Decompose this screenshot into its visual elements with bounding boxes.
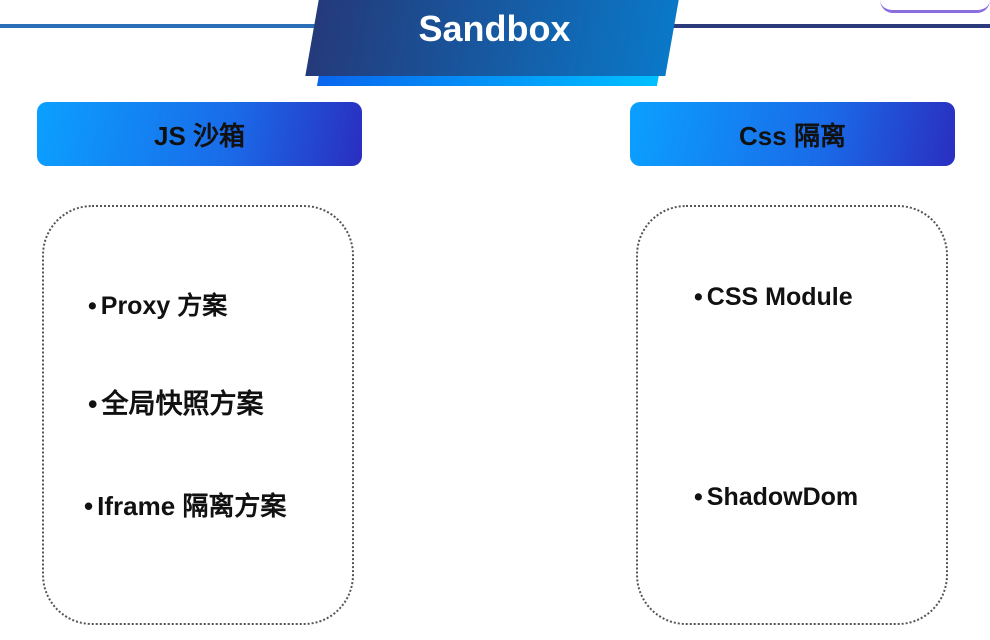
list-item: 全局快照方案 <box>88 382 263 421</box>
list-item: Iframe 隔离方案 <box>84 486 286 523</box>
logo <box>880 0 990 13</box>
js-sandbox-heading: JS 沙箱 <box>37 102 362 166</box>
list-item: Proxy 方案 <box>88 286 227 322</box>
css-isolation-box <box>636 205 948 625</box>
header-rule-right <box>660 24 990 28</box>
list-item: CSS Module <box>694 283 853 312</box>
list-item: ShadowDom <box>694 483 858 512</box>
css-isolation-heading: Css 隔离 <box>630 102 955 166</box>
slide-title: Sandbox <box>418 8 571 49</box>
header-rule-left <box>0 24 320 28</box>
